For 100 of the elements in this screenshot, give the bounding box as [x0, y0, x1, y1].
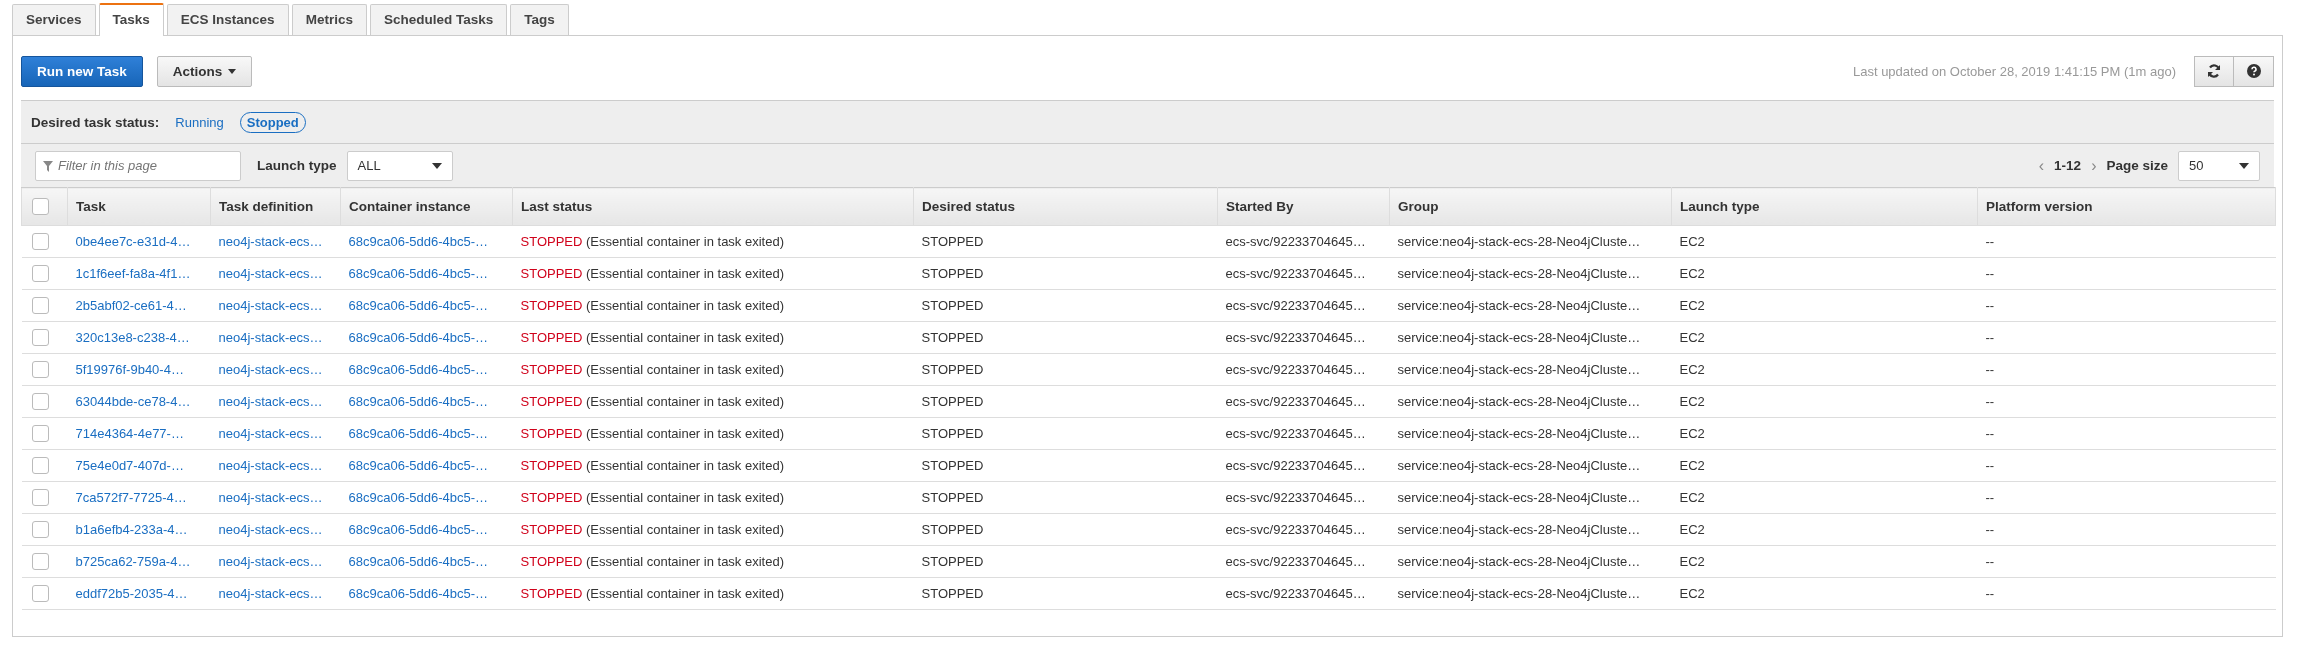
launch-type-text: EC2	[1679, 298, 1705, 313]
tab[interactable]: Tags	[510, 4, 569, 35]
row-checkbox[interactable]	[31, 585, 49, 603]
row-checkbox[interactable]	[31, 361, 49, 379]
task-link[interactable]: 5f19976f-9b40-4…	[75, 362, 184, 377]
task-definition-link[interactable]: neo4j-stack-ecs…	[218, 266, 323, 281]
container-instance-link[interactable]: 68c9ca06-5dd6-4bc5-…	[348, 458, 488, 473]
row-checkbox[interactable]	[31, 329, 49, 347]
task-definition-link[interactable]: neo4j-stack-ecs…	[218, 298, 323, 313]
task-link[interactable]: 1c1f6eef-fa8a-4f1…	[75, 266, 191, 281]
container-instance-link[interactable]: 68c9ca06-5dd6-4bc5-…	[348, 266, 488, 281]
started-by-text: ecs-svc/92233704645…	[1225, 586, 1366, 601]
refresh-button[interactable]	[2194, 55, 2234, 87]
task-definition-link[interactable]: neo4j-stack-ecs…	[218, 426, 323, 441]
tab[interactable]: Tasks	[98, 3, 164, 36]
desired-status-text: STOPPED	[921, 586, 984, 601]
column-header[interactable]: Group	[1389, 187, 1672, 226]
row-checkbox[interactable]	[31, 393, 49, 411]
platform-version-text: --	[1985, 554, 1995, 569]
help-button[interactable]	[2234, 55, 2274, 87]
filter-field[interactable]: Filter in this page	[35, 150, 241, 181]
status-reason-text: (Essential container in task exited)	[586, 330, 784, 345]
row-checkbox[interactable]	[31, 521, 49, 539]
platform-version-text: --	[1985, 490, 1995, 505]
previous-page-button[interactable]: ‹	[2038, 156, 2045, 175]
column-header[interactable]: Task definition	[210, 187, 341, 226]
row-checkbox[interactable]	[31, 233, 49, 251]
column-header[interactable]: Task	[67, 187, 211, 226]
task-definition-link[interactable]: neo4j-stack-ecs…	[218, 458, 323, 473]
column-header[interactable]: Launch type	[1671, 187, 1978, 226]
started-by-text: ecs-svc/92233704645…	[1225, 522, 1366, 537]
tab[interactable]: Services	[12, 4, 96, 35]
container-instance-link[interactable]: 68c9ca06-5dd6-4bc5-…	[348, 362, 488, 377]
launch-type-label: Launch type	[257, 158, 337, 173]
row-checkbox[interactable]	[31, 297, 49, 315]
row-checkbox[interactable]	[31, 425, 49, 443]
task-definition-link[interactable]: neo4j-stack-ecs…	[218, 522, 323, 537]
container-instance-link[interactable]: 68c9ca06-5dd6-4bc5-…	[348, 234, 488, 249]
container-instance-link[interactable]: 68c9ca06-5dd6-4bc5-…	[348, 554, 488, 569]
task-link[interactable]: 320c13e8-c238-4…	[75, 330, 190, 345]
page-size-select[interactable]: 50	[2178, 150, 2260, 181]
tab[interactable]: Scheduled Tasks	[369, 4, 508, 35]
status-text: STOPPED	[520, 458, 583, 473]
task-link[interactable]: 714e4364-4e77-…	[75, 426, 184, 441]
status-text: STOPPED	[520, 426, 583, 441]
next-page-button[interactable]: ›	[2091, 156, 2097, 175]
task-link[interactable]: 2b5abf02-ce61-4…	[75, 298, 187, 313]
column-header[interactable]: Desired status	[913, 187, 1218, 226]
status-reason-text: (Essential container in task exited)	[586, 394, 784, 409]
task-definition-link[interactable]: neo4j-stack-ecs…	[218, 554, 323, 569]
row-checkbox[interactable]	[31, 553, 49, 571]
task-link[interactable]: eddf72b5-2035-4…	[75, 586, 188, 601]
task-definition-link[interactable]: neo4j-stack-ecs…	[218, 362, 323, 377]
launch-type-select[interactable]: ALL	[346, 150, 453, 181]
container-instance-link[interactable]: 68c9ca06-5dd6-4bc5-…	[348, 586, 488, 601]
container-instance-link[interactable]: 68c9ca06-5dd6-4bc5-…	[348, 298, 488, 313]
container-instance-link[interactable]: 68c9ca06-5dd6-4bc5-…	[348, 522, 488, 537]
row-checkbox[interactable]	[31, 265, 49, 283]
run-new-task-button[interactable]: Run new Task	[21, 55, 143, 87]
column-header[interactable]: Container instance	[340, 187, 513, 226]
task-definition-link[interactable]: neo4j-stack-ecs…	[218, 490, 323, 505]
task-link[interactable]: 0be4ee7c-e31d-4…	[75, 234, 191, 249]
column-header[interactable]: Started By	[1217, 187, 1390, 226]
task-definition-link[interactable]: neo4j-stack-ecs…	[218, 234, 323, 249]
group-text: service:neo4j-stack-ecs-28-Neo4jCluste…	[1397, 586, 1641, 601]
task-link[interactable]: b725ca62-759a-4…	[75, 554, 191, 569]
task-link[interactable]: 7ca572f7-7725-4…	[75, 490, 187, 505]
desired-status-text: STOPPED	[921, 266, 984, 281]
row-checkbox[interactable]	[31, 489, 49, 507]
task-link[interactable]: 75e4e0d7-407d-…	[75, 458, 184, 473]
status-reason-text: (Essential container in task exited)	[586, 490, 784, 505]
container-instance-link[interactable]: 68c9ca06-5dd6-4bc5-…	[348, 490, 488, 505]
launch-type-text: EC2	[1679, 426, 1705, 441]
column-header[interactable]: Platform version	[1977, 187, 2276, 226]
launch-type-text: EC2	[1679, 234, 1705, 249]
launch-type-text: EC2	[1679, 490, 1705, 505]
select-all-checkbox[interactable]	[32, 198, 49, 215]
group-text: service:neo4j-stack-ecs-28-Neo4jCluste…	[1397, 362, 1641, 377]
group-text: service:neo4j-stack-ecs-28-Neo4jCluste…	[1397, 234, 1641, 249]
help-icon	[2246, 64, 2261, 78]
status-option[interactable]: Running	[169, 112, 230, 132]
task-definition-link[interactable]: neo4j-stack-ecs…	[218, 330, 323, 345]
tab[interactable]: Metrics	[291, 4, 367, 35]
column-header[interactable]: Last status	[512, 187, 914, 226]
row-checkbox[interactable]	[31, 457, 49, 475]
task-definition-link[interactable]: neo4j-stack-ecs…	[218, 586, 323, 601]
desired-status-text: STOPPED	[921, 426, 984, 441]
tab[interactable]: ECS Instances	[166, 4, 289, 35]
platform-version-text: --	[1985, 394, 1995, 409]
container-instance-link[interactable]: 68c9ca06-5dd6-4bc5-…	[348, 394, 488, 409]
task-link[interactable]: 63044bde-ce78-4…	[75, 394, 191, 409]
launch-type-text: EC2	[1679, 458, 1705, 473]
started-by-text: ecs-svc/92233704645…	[1225, 234, 1366, 249]
task-link[interactable]: b1a6efb4-233a-4…	[75, 522, 188, 537]
container-instance-link[interactable]: 68c9ca06-5dd6-4bc5-…	[348, 330, 488, 345]
task-definition-link[interactable]: neo4j-stack-ecs…	[218, 394, 323, 409]
container-instance-link[interactable]: 68c9ca06-5dd6-4bc5-…	[348, 426, 488, 441]
actions-button[interactable]: Actions	[156, 55, 253, 87]
status-text: STOPPED	[520, 490, 583, 505]
launch-type-text: EC2	[1679, 394, 1705, 409]
